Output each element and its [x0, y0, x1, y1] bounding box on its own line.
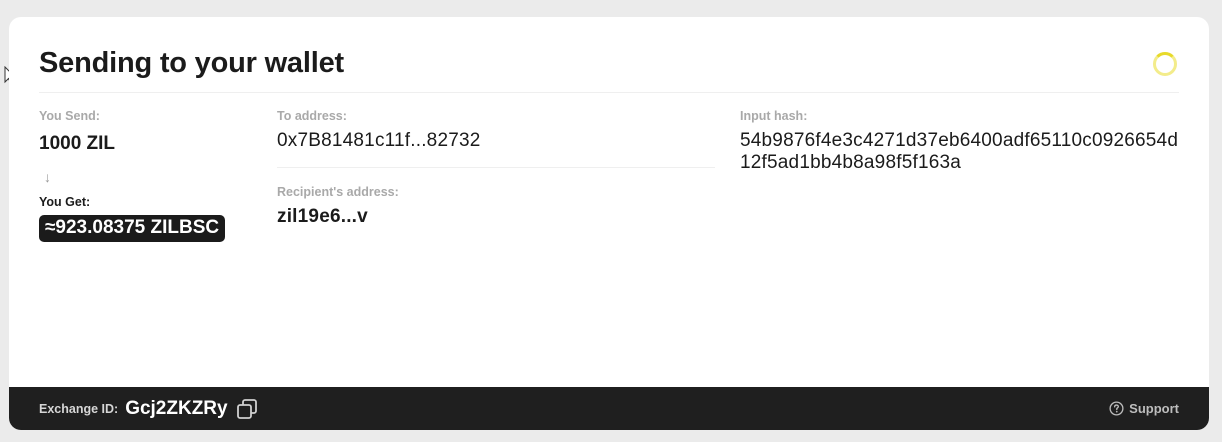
loading-spinner-icon [1153, 52, 1177, 76]
support-link[interactable]: Support [1109, 401, 1179, 416]
card-header: Sending to your wallet [39, 45, 1179, 93]
addresses-column: To address: 0x7B81481c11f...82732 Recipi… [277, 108, 715, 228]
you-get-value: ≈923.08375 ZILBSC [39, 215, 226, 242]
to-address-value: 0x7B81481c11f...82732 [277, 130, 481, 151]
copy-icon[interactable] [236, 398, 258, 420]
input-hash-label: Input hash: [740, 109, 808, 123]
exchange-status-card: Sending to your wallet You Send: 1000 ZI… [9, 17, 1209, 430]
input-hash-value: 54b9876f4e3c4271d37eb6400adf65110c092665… [740, 130, 1179, 173]
exchange-id-value: Gcj2ZKZRy [125, 397, 228, 419]
question-circle-icon [1109, 401, 1124, 416]
amounts-column: You Send: 1000 ZIL ↓ You Get: ≈923.08375… [39, 108, 259, 242]
hash-column: Input hash: 54b9876f4e3c4271d37eb6400adf… [740, 108, 1180, 174]
arrow-down-icon: ↓ [44, 169, 51, 185]
to-address-label: To address: [277, 109, 347, 123]
support-label: Support [1129, 401, 1179, 416]
you-send-label: You Send: [39, 109, 100, 123]
address-divider [277, 167, 715, 168]
you-send-value: 1000 ZIL [39, 133, 116, 154]
you-get-label: You Get: [39, 195, 91, 209]
recipient-address-value: zil19e6...v [277, 206, 368, 227]
page-title: Sending to your wallet [39, 47, 344, 79]
exchange-id-label: Exchange ID: [39, 401, 119, 416]
recipient-address-label: Recipient's address: [277, 185, 399, 199]
card-footer: Exchange ID: Gcj2ZKZRy Support [9, 387, 1209, 430]
